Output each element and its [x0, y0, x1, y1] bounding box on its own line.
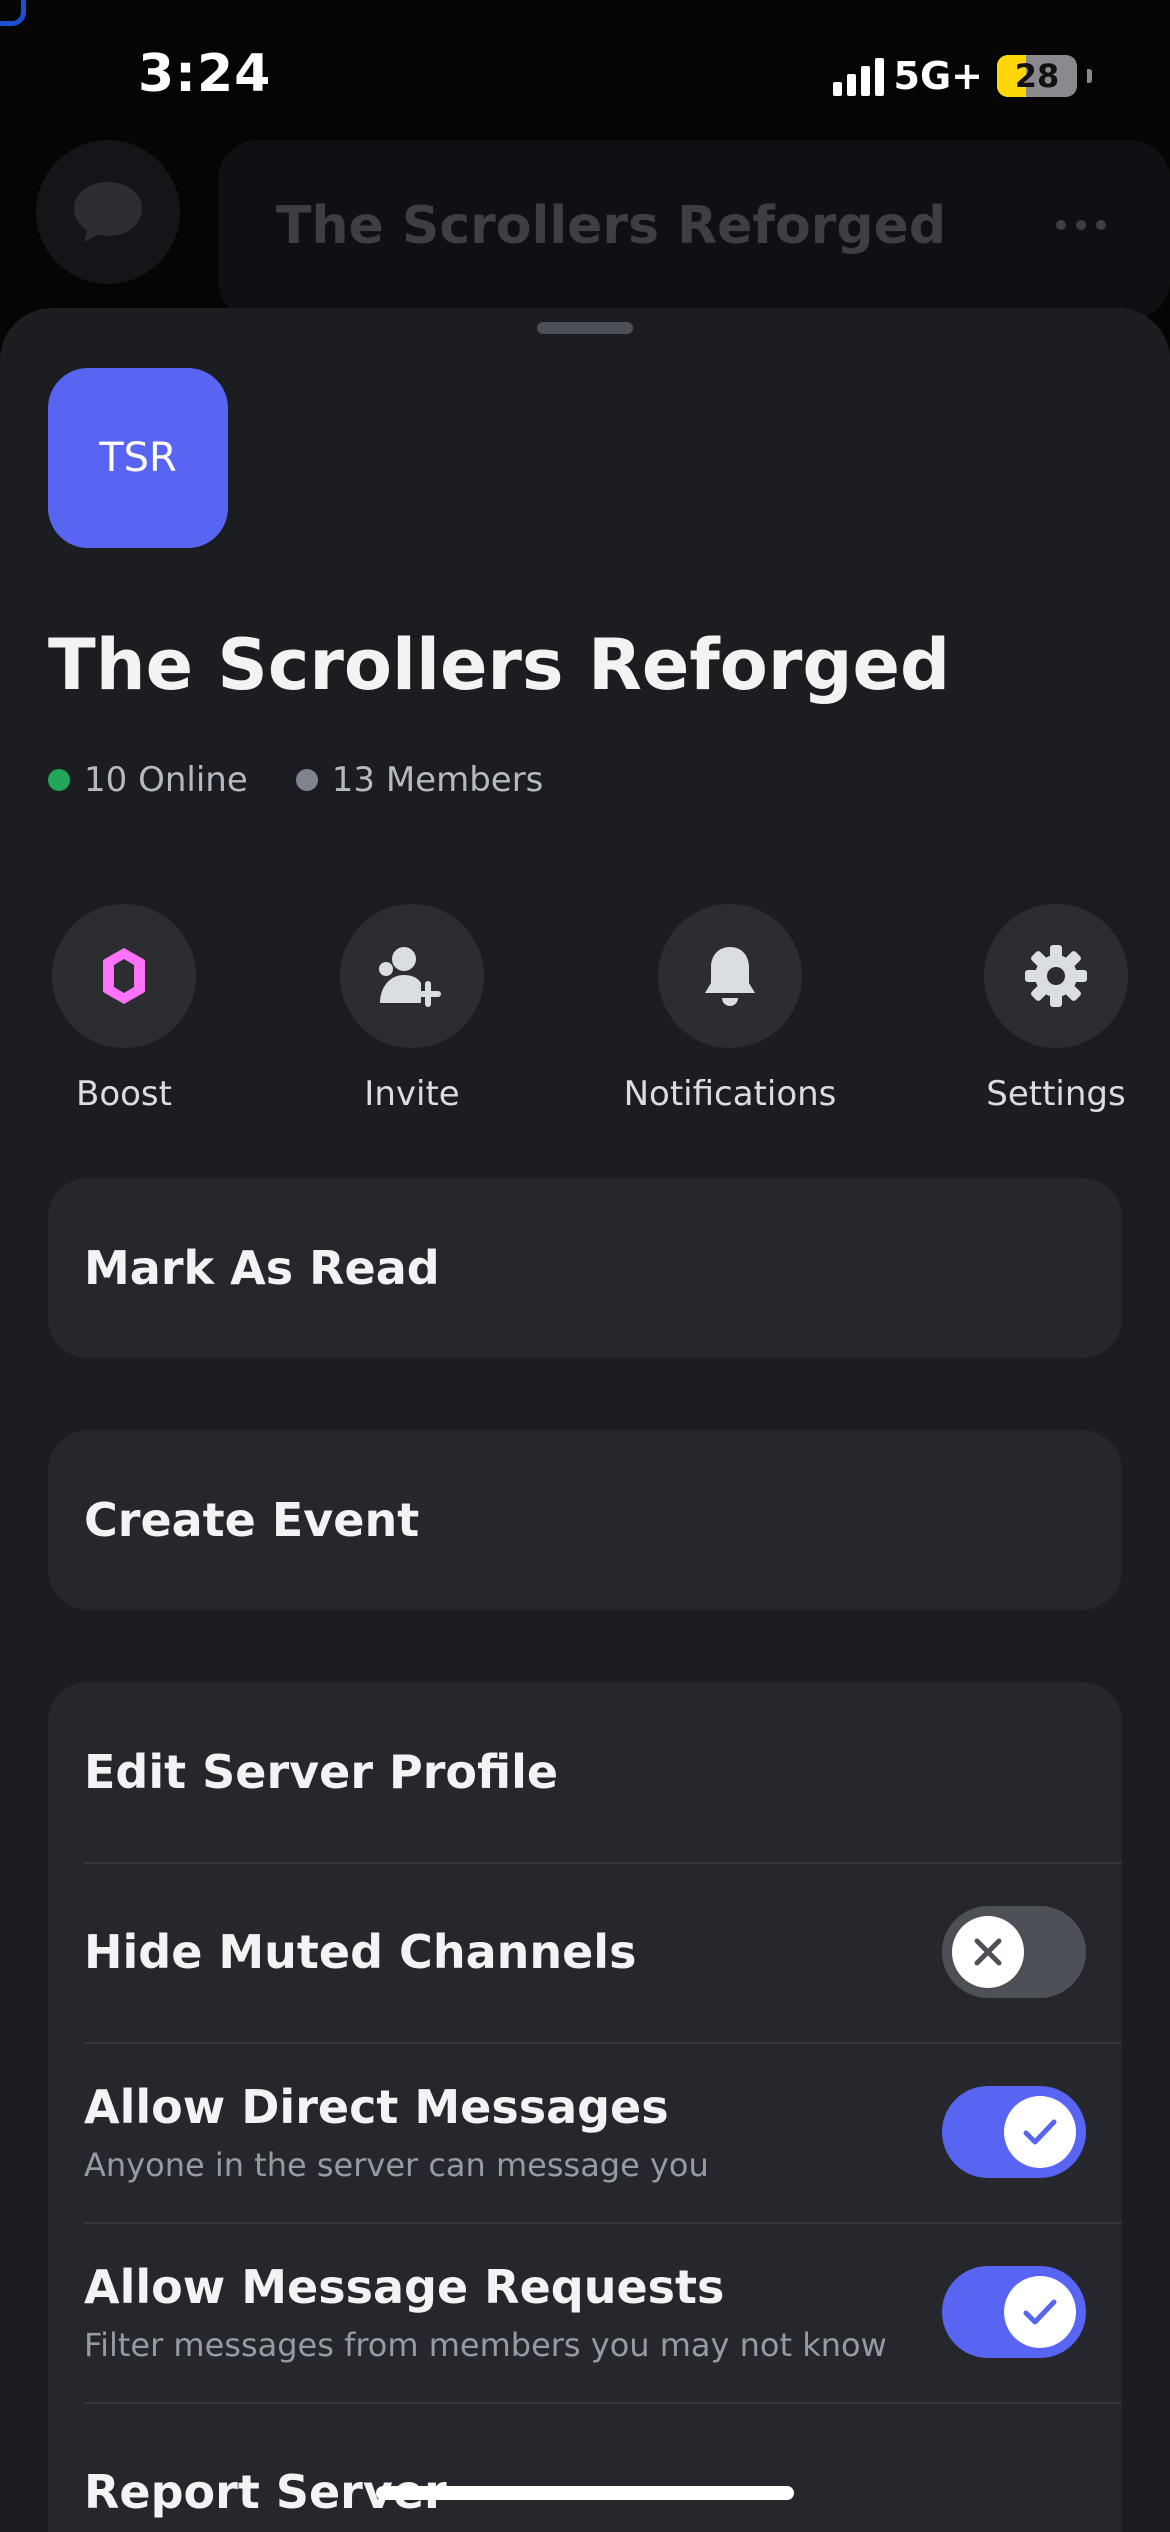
settings-circle[interactable] — [984, 904, 1128, 1048]
cellular-signal-icon — [832, 56, 884, 96]
mark-as-read-button[interactable]: Mark As Read — [48, 1178, 1122, 1358]
invite-person-icon — [379, 947, 441, 1007]
server-presence: 10 Online 13 Members — [48, 760, 591, 800]
invite-label: Invite — [364, 1074, 460, 1114]
allow-message-requests-label: Allow Message Requests — [84, 2260, 725, 2314]
settings-label: Settings — [986, 1074, 1126, 1114]
boost-label: Boost — [76, 1074, 172, 1114]
status-time: 3:24 — [138, 44, 272, 104]
edit-server-profile-label: Edit Server Profile — [84, 1745, 559, 1799]
server-settings-list: Edit Server Profile Hide Muted Channels — [48, 1682, 1122, 2532]
gear-icon — [1025, 945, 1087, 1007]
boost-button[interactable]: Boost — [52, 904, 196, 1114]
more-options-icon — [1056, 220, 1106, 230]
screen: 3:24 5G+ 28 The Scrollers Reforged TSR T… — [0, 0, 1170, 2532]
invite-circle[interactable] — [340, 904, 484, 1048]
boost-gem-icon — [103, 948, 145, 1004]
hide-muted-channels-toggle[interactable] — [942, 1906, 1086, 1998]
network-type: 5G+ — [893, 54, 983, 98]
hide-muted-channels-label: Hide Muted Channels — [84, 1925, 637, 1979]
server-icon: TSR — [48, 368, 228, 548]
hide-muted-channels-row: Hide Muted Channels — [48, 1862, 1122, 2042]
status-indicators: 5G+ 28 — [832, 52, 1092, 100]
dm-chat-icon — [36, 140, 180, 284]
battery-icon: 28 — [997, 55, 1077, 97]
quick-actions: Boost Invite Notifications Settings — [0, 904, 1170, 1134]
notifications-label: Notifications — [623, 1074, 837, 1114]
allow-direct-messages-label: Allow Direct Messages — [84, 2080, 669, 2134]
online-dot-icon — [48, 769, 70, 791]
allow-direct-messages-row: Allow Direct Messages Anyone in the serv… — [48, 2042, 1122, 2222]
sheet-drag-handle[interactable] — [537, 322, 633, 334]
invite-button[interactable]: Invite — [340, 904, 484, 1114]
member-count-label: 13 Members — [331, 760, 544, 800]
online-count-label: 10 Online — [84, 760, 248, 800]
server-name: The Scrollers Reforged — [48, 624, 951, 706]
member-count: 13 Members — [295, 760, 544, 800]
report-server-row[interactable]: Report Server — [48, 2402, 1122, 2532]
notifications-button[interactable]: Notifications — [620, 904, 840, 1114]
allow-message-requests-row: Allow Message Requests Filter messages f… — [48, 2222, 1122, 2402]
allow-message-requests-description: Filter messages from members you may not… — [84, 2326, 887, 2364]
members-dot-icon — [295, 769, 318, 791]
bell-icon — [705, 947, 755, 1006]
check-icon — [1023, 2299, 1057, 2325]
close-icon — [974, 1938, 1002, 1966]
battery-level: 28 — [1014, 57, 1060, 95]
allow-direct-messages-description: Anyone in the server can message you — [84, 2146, 709, 2184]
corner-indicator — [0, 0, 26, 26]
home-indicator[interactable] — [376, 2486, 794, 2500]
create-event-button[interactable]: Create Event — [48, 1430, 1122, 1610]
online-count: 10 Online — [48, 760, 248, 800]
allow-direct-messages-toggle[interactable] — [942, 2086, 1086, 2178]
server-options-sheet: TSR The Scrollers Reforged 10 Online 13 … — [0, 308, 1170, 2532]
boost-circle[interactable] — [52, 904, 196, 1048]
settings-button[interactable]: Settings — [966, 904, 1146, 1114]
allow-message-requests-toggle[interactable] — [942, 2266, 1086, 2358]
notifications-circle[interactable] — [658, 904, 802, 1048]
background-header-title: The Scrollers Reforged — [276, 196, 947, 256]
check-icon — [1023, 2119, 1057, 2145]
edit-server-profile-row[interactable]: Edit Server Profile — [48, 1682, 1122, 1862]
